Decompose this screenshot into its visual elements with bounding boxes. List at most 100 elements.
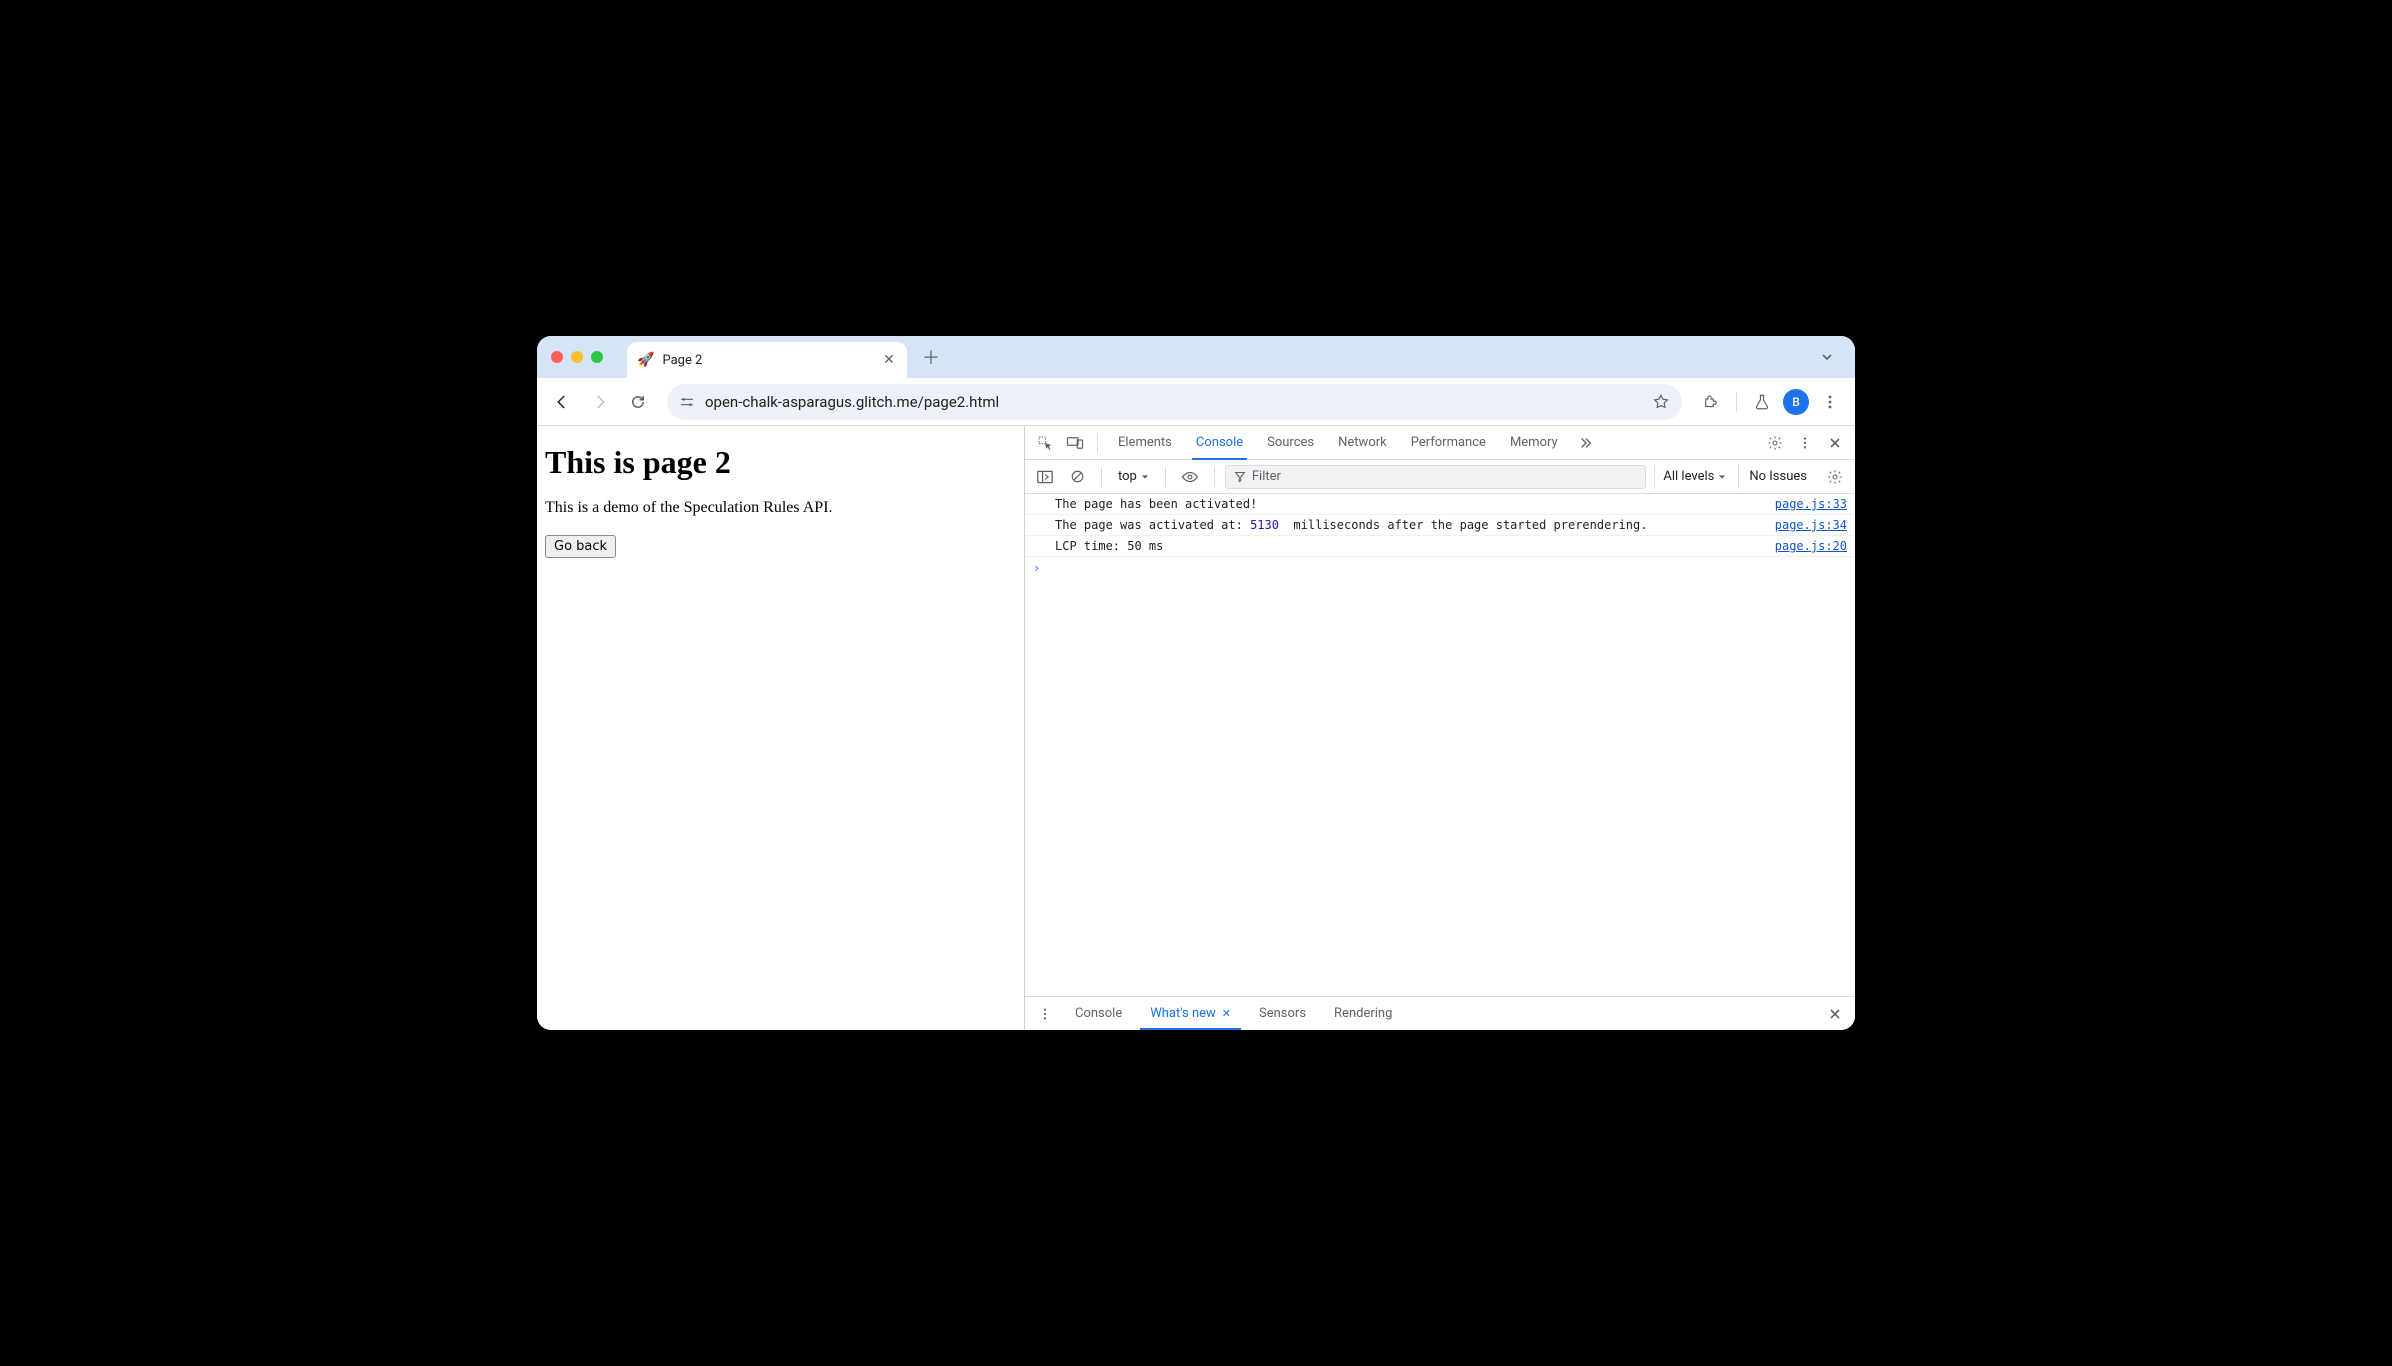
divider bbox=[1097, 433, 1098, 453]
devtools-drawer: Console What's new ✕ Sensors Rendering bbox=[1025, 996, 1855, 1030]
extensions-button[interactable] bbox=[1694, 385, 1728, 419]
forward-button[interactable] bbox=[583, 385, 617, 419]
context-label: top bbox=[1118, 469, 1137, 484]
tab-favicon-icon: 🚀 bbox=[637, 352, 654, 368]
devtools-panel: ElementsConsoleSourcesNetworkPerformance… bbox=[1025, 426, 1855, 1030]
tab-title: Page 2 bbox=[662, 353, 873, 368]
console-prompt[interactable]: › bbox=[1025, 557, 1855, 579]
maximize-window-button[interactable] bbox=[591, 351, 603, 363]
reload-button[interactable] bbox=[621, 385, 655, 419]
gear-icon bbox=[1767, 435, 1783, 451]
devtools-tab-memory[interactable]: Memory bbox=[1498, 426, 1570, 459]
close-devtools-button[interactable] bbox=[1821, 429, 1849, 457]
levels-label: All levels bbox=[1663, 469, 1714, 484]
traffic-lights bbox=[545, 351, 613, 363]
close-icon bbox=[1829, 1008, 1841, 1020]
drawer-tab-label: Console bbox=[1075, 1006, 1122, 1021]
address-bar[interactable]: open-chalk-asparagus.glitch.me/page2.htm… bbox=[667, 384, 1682, 420]
page-paragraph: This is a demo of the Speculation Rules … bbox=[545, 499, 1016, 517]
console-output: The page has been activated!page.js:33Th… bbox=[1025, 494, 1855, 996]
browser-window: 🚀 Page 2 ✕ ＋ open-chalk-asparagus.glitch… bbox=[537, 336, 1855, 1030]
drawer-tab-label: Sensors bbox=[1259, 1006, 1306, 1021]
issues-indicator[interactable]: No Issues bbox=[1738, 465, 1817, 489]
console-log-row: The page has been activated! page.js:33 bbox=[1025, 494, 1855, 515]
devices-icon bbox=[1066, 436, 1084, 450]
kebab-icon bbox=[1822, 394, 1838, 410]
device-toolbar-button[interactable] bbox=[1061, 429, 1089, 457]
context-selector[interactable]: top bbox=[1112, 465, 1155, 489]
drawer-tab-what-s-new[interactable]: What's new ✕ bbox=[1136, 997, 1245, 1030]
chrome-menu-button[interactable] bbox=[1813, 385, 1847, 419]
kebab-icon bbox=[1798, 436, 1812, 450]
labs-button[interactable] bbox=[1745, 385, 1779, 419]
funnel-icon bbox=[1234, 471, 1246, 483]
sidebar-icon bbox=[1037, 470, 1053, 484]
log-source-link[interactable]: page.js:20 bbox=[1775, 539, 1847, 553]
arrow-left-icon bbox=[553, 393, 571, 411]
console-settings-button[interactable] bbox=[1821, 463, 1849, 491]
devtools-tab-console[interactable]: Console bbox=[1184, 426, 1255, 459]
log-levels-selector[interactable]: All levels bbox=[1654, 465, 1734, 489]
issues-label: No Issues bbox=[1749, 469, 1807, 484]
tab-strip: 🚀 Page 2 ✕ ＋ bbox=[537, 336, 1855, 378]
triangle-down-icon bbox=[1141, 473, 1149, 481]
toggle-sidebar-button[interactable] bbox=[1031, 463, 1059, 491]
log-source-link[interactable]: page.js:34 bbox=[1775, 518, 1847, 532]
site-settings-icon bbox=[679, 394, 695, 410]
drawer-tab-label: Rendering bbox=[1334, 1006, 1392, 1021]
drawer-tab-sensors[interactable]: Sensors bbox=[1245, 997, 1320, 1030]
close-tab-button[interactable]: ✕ bbox=[881, 352, 897, 368]
devtools-tab-network[interactable]: Network bbox=[1326, 426, 1399, 459]
back-button[interactable] bbox=[545, 385, 579, 419]
console-log-row: The page was activated at: 5130 millisec… bbox=[1025, 515, 1855, 536]
inspect-element-button[interactable] bbox=[1031, 429, 1059, 457]
tab-search-button[interactable] bbox=[1813, 343, 1841, 371]
devtools-settings-button[interactable] bbox=[1761, 429, 1789, 457]
browser-tab[interactable]: 🚀 Page 2 ✕ bbox=[627, 342, 907, 378]
more-tabs-button[interactable] bbox=[1572, 429, 1600, 457]
drawer-tab-rendering[interactable]: Rendering bbox=[1320, 997, 1406, 1030]
filter-placeholder: Filter bbox=[1252, 469, 1281, 484]
flask-icon bbox=[1753, 393, 1771, 411]
drawer-menu-button[interactable] bbox=[1031, 1000, 1059, 1028]
close-window-button[interactable] bbox=[551, 351, 563, 363]
console-filter-input[interactable]: Filter bbox=[1225, 465, 1647, 489]
console-log-row: LCP time: 50 ms page.js:20 bbox=[1025, 536, 1855, 557]
url-text: open-chalk-asparagus.glitch.me/page2.htm… bbox=[705, 393, 1642, 411]
chevron-down-icon bbox=[1821, 351, 1833, 363]
devtools-tab-performance[interactable]: Performance bbox=[1399, 426, 1498, 459]
content-area: This is page 2 This is a demo of the Spe… bbox=[537, 426, 1855, 1030]
close-drawer-button[interactable] bbox=[1821, 1000, 1849, 1028]
toolbar-divider bbox=[1736, 392, 1737, 412]
page-heading: This is page 2 bbox=[545, 444, 1016, 481]
live-expression-button[interactable] bbox=[1176, 463, 1204, 491]
log-message: The page has been activated! bbox=[1055, 497, 1763, 511]
drawer-tab-label: What's new bbox=[1150, 1006, 1216, 1021]
toolbar: open-chalk-asparagus.glitch.me/page2.htm… bbox=[537, 378, 1855, 426]
devtools-menu-button[interactable] bbox=[1791, 429, 1819, 457]
devtools-tab-sources[interactable]: Sources bbox=[1255, 426, 1326, 459]
page-viewport: This is page 2 This is a demo of the Spe… bbox=[537, 426, 1025, 1030]
triangle-down-icon bbox=[1718, 473, 1726, 481]
minimize-window-button[interactable] bbox=[571, 351, 583, 363]
log-source-link[interactable]: page.js:33 bbox=[1775, 497, 1847, 511]
arrow-right-icon bbox=[591, 393, 609, 411]
clear-icon bbox=[1070, 469, 1085, 484]
clear-console-button[interactable] bbox=[1063, 463, 1091, 491]
star-icon[interactable] bbox=[1652, 393, 1670, 411]
chevrons-right-icon bbox=[1579, 436, 1593, 450]
close-icon bbox=[1829, 437, 1841, 449]
close-drawer-tab-button[interactable]: ✕ bbox=[1222, 1007, 1231, 1020]
inspect-icon bbox=[1037, 435, 1053, 451]
divider bbox=[1214, 467, 1215, 487]
go-back-button[interactable]: Go back bbox=[545, 535, 616, 558]
new-tab-button[interactable]: ＋ bbox=[917, 343, 945, 371]
drawer-tab-console[interactable]: Console bbox=[1061, 997, 1136, 1030]
reload-icon bbox=[629, 393, 647, 411]
divider bbox=[1165, 467, 1166, 487]
eye-icon bbox=[1181, 470, 1199, 484]
log-message: LCP time: 50 ms bbox=[1055, 539, 1763, 553]
profile-avatar[interactable]: B bbox=[1783, 389, 1809, 415]
console-toolbar: top Filter All levels No Issues bbox=[1025, 460, 1855, 494]
devtools-tab-elements[interactable]: Elements bbox=[1106, 426, 1184, 459]
